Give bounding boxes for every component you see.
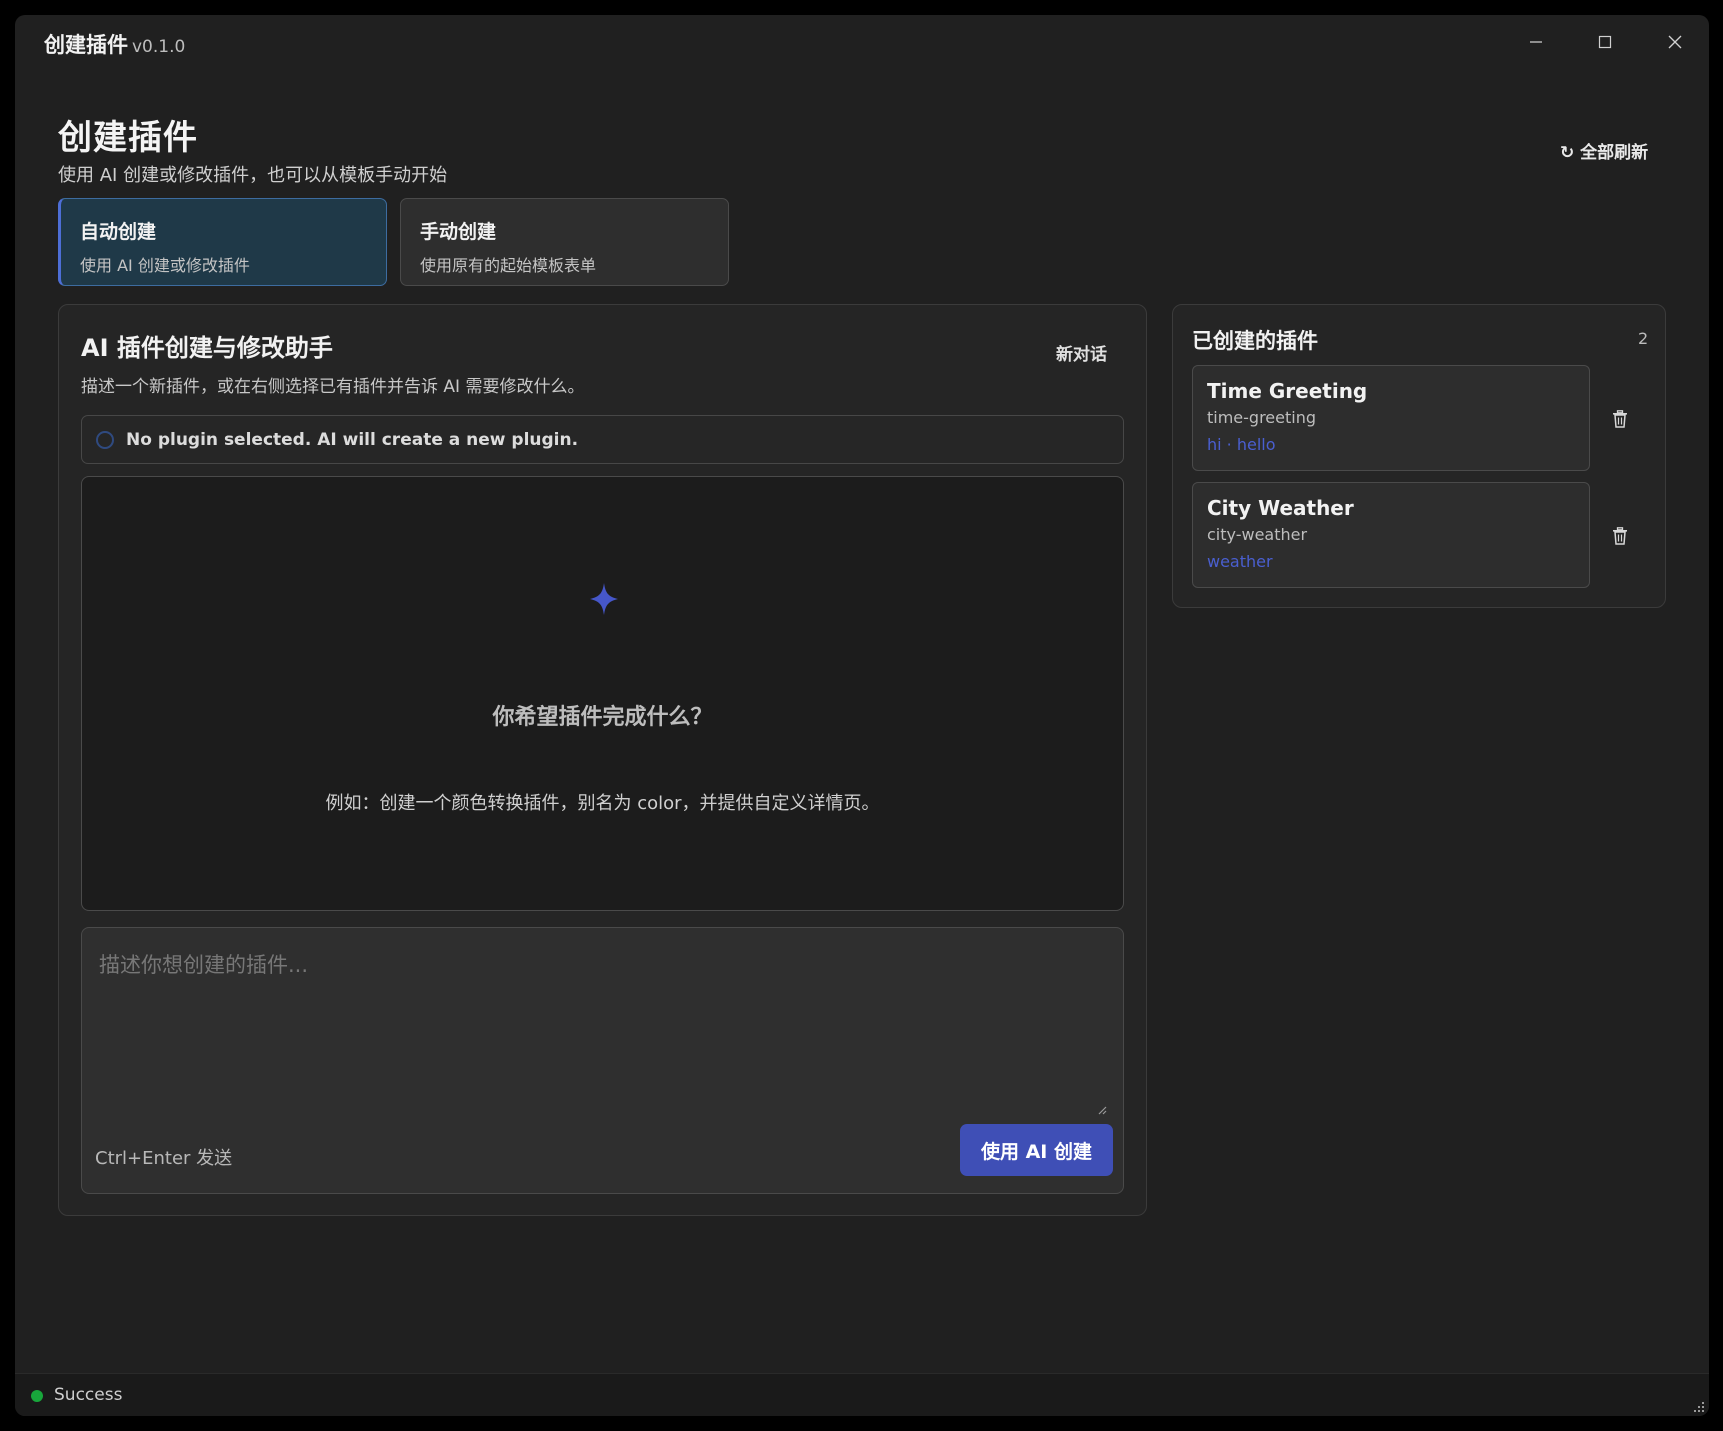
selected-plugin-status: No plugin selected. AI will create a new… <box>81 415 1124 464</box>
delete-plugin-button[interactable] <box>1607 406 1633 432</box>
plugin-card[interactable]: Time Greeting time-greeting hi · hello <box>1192 365 1590 471</box>
minimize-icon <box>1530 41 1542 43</box>
created-plugins-title: 已创建的插件 <box>1192 329 1318 353</box>
page-subtitle: 使用 AI 创建或修改插件，也可以从模板手动开始 <box>58 165 448 186</box>
status-bar: Success <box>15 1373 1709 1416</box>
new-chat-button[interactable]: 新对话 <box>1056 340 1107 365</box>
status-text: Success <box>54 1385 123 1405</box>
plugin-aliases: hi · hello <box>1207 435 1276 454</box>
plugin-card[interactable]: City Weather city-weather weather <box>1192 482 1590 588</box>
mode-title: 手动创建 <box>420 221 497 243</box>
minimize-button[interactable] <box>1513 27 1559 57</box>
created-plugins-panel: 已创建的插件 2 Time Greeting time-greeting hi … <box>1172 304 1666 608</box>
close-icon <box>1668 35 1682 49</box>
trash-icon <box>1613 410 1627 428</box>
mode-card-auto[interactable]: 自动创建 使用 AI 创建或修改插件 <box>58 198 387 286</box>
status-circle-icon <box>96 431 114 449</box>
plugin-id: city-weather <box>1207 525 1308 544</box>
app-title: 创建插件 v0.1.0 <box>44 29 185 59</box>
resize-grip-icon[interactable] <box>1691 1399 1705 1413</box>
maximize-button[interactable] <box>1582 27 1628 57</box>
mode-card-manual[interactable]: 手动创建 使用原有的起始模板表单 <box>400 198 729 286</box>
mode-desc: 使用 AI 创建或修改插件 <box>80 256 250 275</box>
plugin-name: Time Greeting <box>1207 379 1368 403</box>
refresh-all-button[interactable]: ↻ 全部刷新 <box>1560 138 1648 163</box>
sparkle-icon <box>590 583 618 615</box>
plugin-name: City Weather <box>1207 496 1354 520</box>
title-bar: 创建插件 v0.1.0 <box>15 15 1709 69</box>
assistant-title: AI 插件创建与修改助手 <box>81 334 333 362</box>
maximize-icon <box>1598 35 1612 49</box>
trash-icon <box>1613 527 1627 545</box>
close-button[interactable] <box>1652 27 1698 57</box>
prompt-input[interactable] <box>83 929 1122 1114</box>
selected-plugin-status-text: No plugin selected. AI will create a new… <box>126 429 579 450</box>
status-indicator-icon <box>31 1390 43 1402</box>
send-shortcut-hint: Ctrl+Enter 发送 <box>95 1148 233 1169</box>
app-name: 创建插件 <box>44 33 128 57</box>
create-with-ai-button[interactable]: 使用 AI 创建 <box>960 1124 1113 1176</box>
created-plugins-count: 2 <box>1638 329 1649 348</box>
plugin-id: time-greeting <box>1207 408 1317 427</box>
prompt-composer: Ctrl+Enter 发送 使用 AI 创建 <box>81 927 1124 1194</box>
mode-title: 自动创建 <box>80 221 157 243</box>
textarea-resize-icon[interactable] <box>1095 1103 1107 1115</box>
empty-state-title: 你希望插件完成什么？ <box>492 705 713 730</box>
delete-plugin-button[interactable] <box>1607 523 1633 549</box>
empty-state-example: 例如：创建一个颜色转换插件，别名为 color，并提供自定义详情页。 <box>325 793 880 814</box>
app-window: 创建插件 v0.1.0 创建插件 使用 AI 创建或修改插件，也可以从模板手动开始… <box>15 15 1709 1416</box>
mode-desc: 使用原有的起始模板表单 <box>420 256 597 275</box>
assistant-desc: 描述一个新插件，或在右侧选择已有插件并告诉 AI 需要修改什么。 <box>81 377 585 397</box>
page-title: 创建插件 <box>58 118 198 158</box>
assistant-panel: AI 插件创建与修改助手 描述一个新插件，或在右侧选择已有插件并告诉 AI 需要… <box>58 304 1147 1216</box>
app-version: v0.1.0 <box>132 37 186 57</box>
plugin-aliases: weather <box>1207 552 1273 571</box>
chat-area[interactable]: 你希望插件完成什么？ 例如：创建一个颜色转换插件，别名为 color，并提供自定… <box>81 476 1124 911</box>
